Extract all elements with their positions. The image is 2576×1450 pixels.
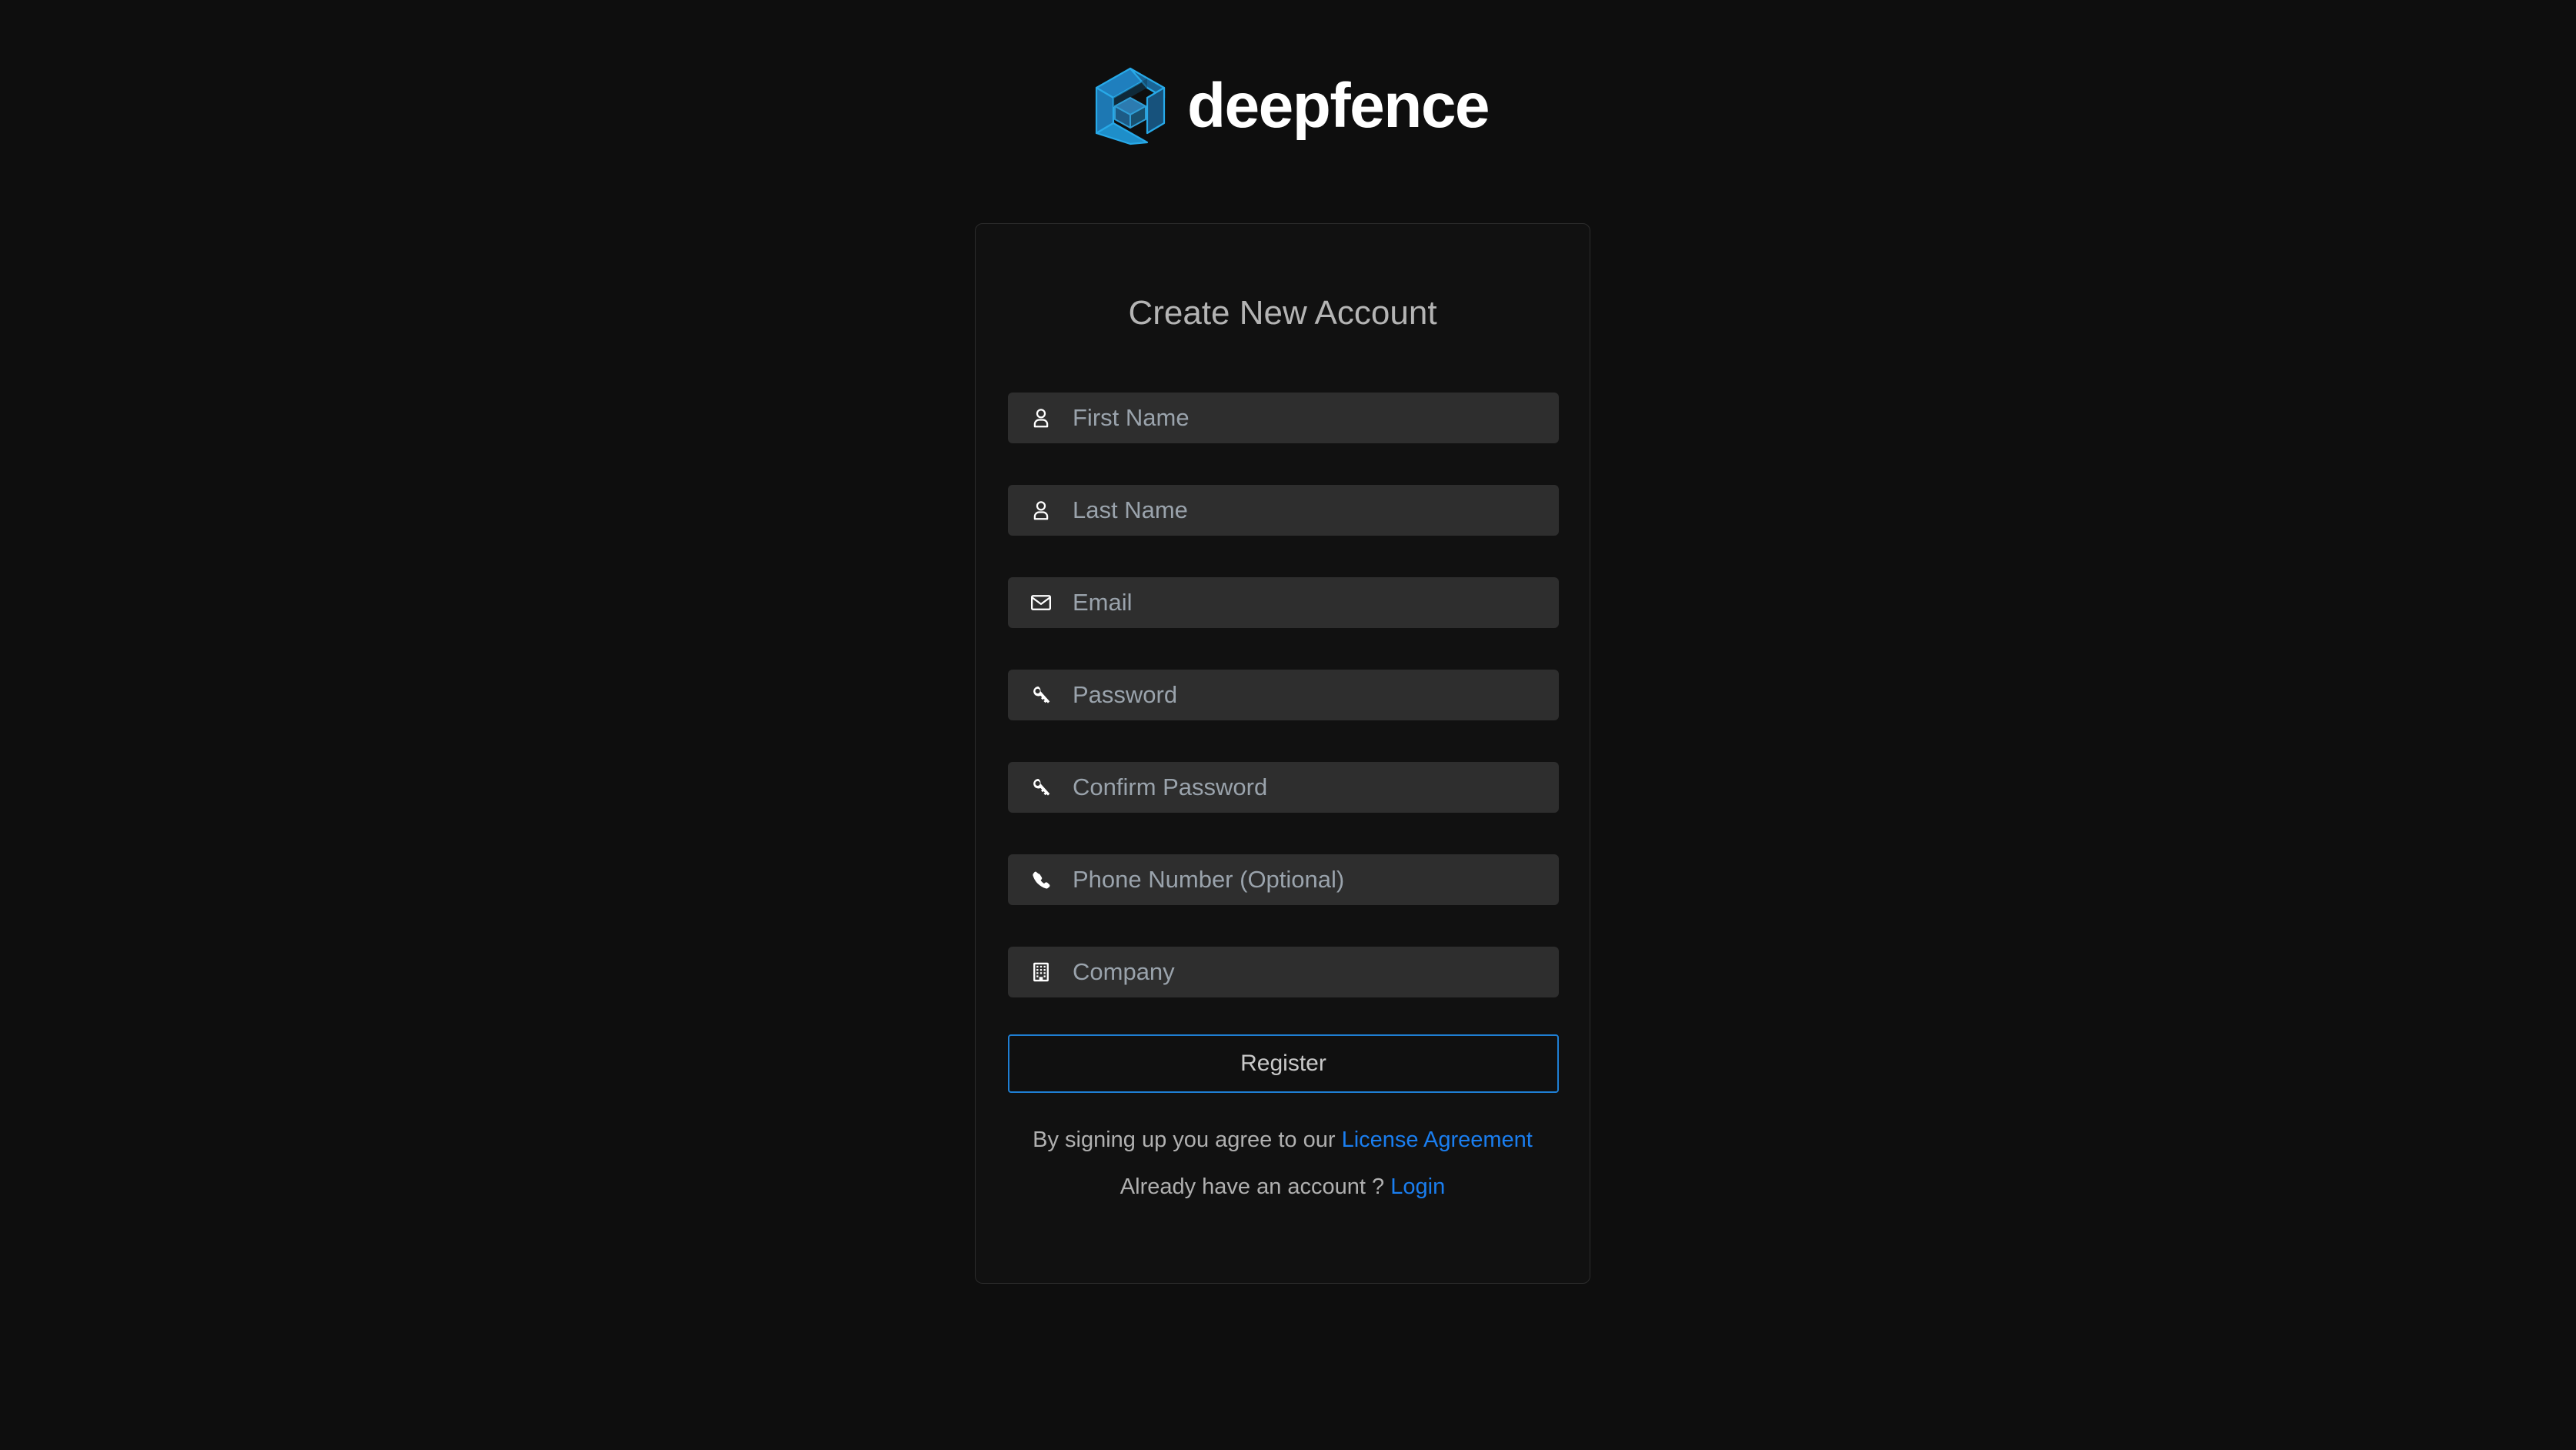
page-title: Create New Account [1128, 294, 1437, 332]
field-company[interactable] [1008, 946, 1559, 997]
deepfence-hexagon-cube-logo-icon [1087, 63, 1173, 149]
signup-form: Register [1008, 392, 1559, 1093]
key-icon [1028, 682, 1054, 708]
agreement-prefix: By signing up you agree to our [1033, 1127, 1336, 1152]
field-last-name[interactable] [1008, 484, 1559, 536]
login-prompt-prefix: Already have an account ? [1119, 1174, 1385, 1199]
first-name-input[interactable] [1073, 392, 1559, 443]
building-icon [1028, 959, 1054, 985]
phone-number-input[interactable] [1073, 854, 1559, 905]
field-first-name[interactable] [1008, 392, 1559, 443]
phone-icon [1028, 867, 1054, 893]
field-confirm-password[interactable] [1008, 761, 1559, 813]
login-prompt: Already have an account ? Login [1008, 1172, 1557, 1202]
confirm-password-input[interactable] [1073, 761, 1559, 813]
field-email[interactable] [1008, 576, 1559, 628]
envelope-icon [1028, 590, 1054, 616]
key-icon [1028, 774, 1054, 800]
user-icon [1028, 497, 1054, 523]
user-icon [1028, 405, 1054, 431]
last-name-input[interactable] [1073, 484, 1559, 536]
agreement-text: By signing up you agree to our License A… [1008, 1125, 1557, 1155]
license-agreement-link[interactable]: License Agreement [1342, 1128, 1533, 1152]
register-button[interactable]: Register [1008, 1034, 1559, 1093]
signup-page: deepfence Create New Account First Name … [0, 0, 2576, 1450]
field-password[interactable] [1008, 669, 1559, 720]
login-link[interactable]: Login [1390, 1174, 1445, 1199]
card-footer: By signing up you agree to our License A… [1008, 1125, 1557, 1202]
field-phone-number[interactable] [1008, 854, 1559, 905]
company-input[interactable] [1073, 946, 1559, 997]
email-input[interactable] [1073, 576, 1559, 628]
signup-card: Create New Account First Name Last Name … [975, 223, 1590, 1284]
brand-wordmark: deepfence [1186, 71, 1490, 141]
brand-logo: deepfence [0, 60, 2576, 152]
password-input[interactable] [1073, 669, 1559, 720]
